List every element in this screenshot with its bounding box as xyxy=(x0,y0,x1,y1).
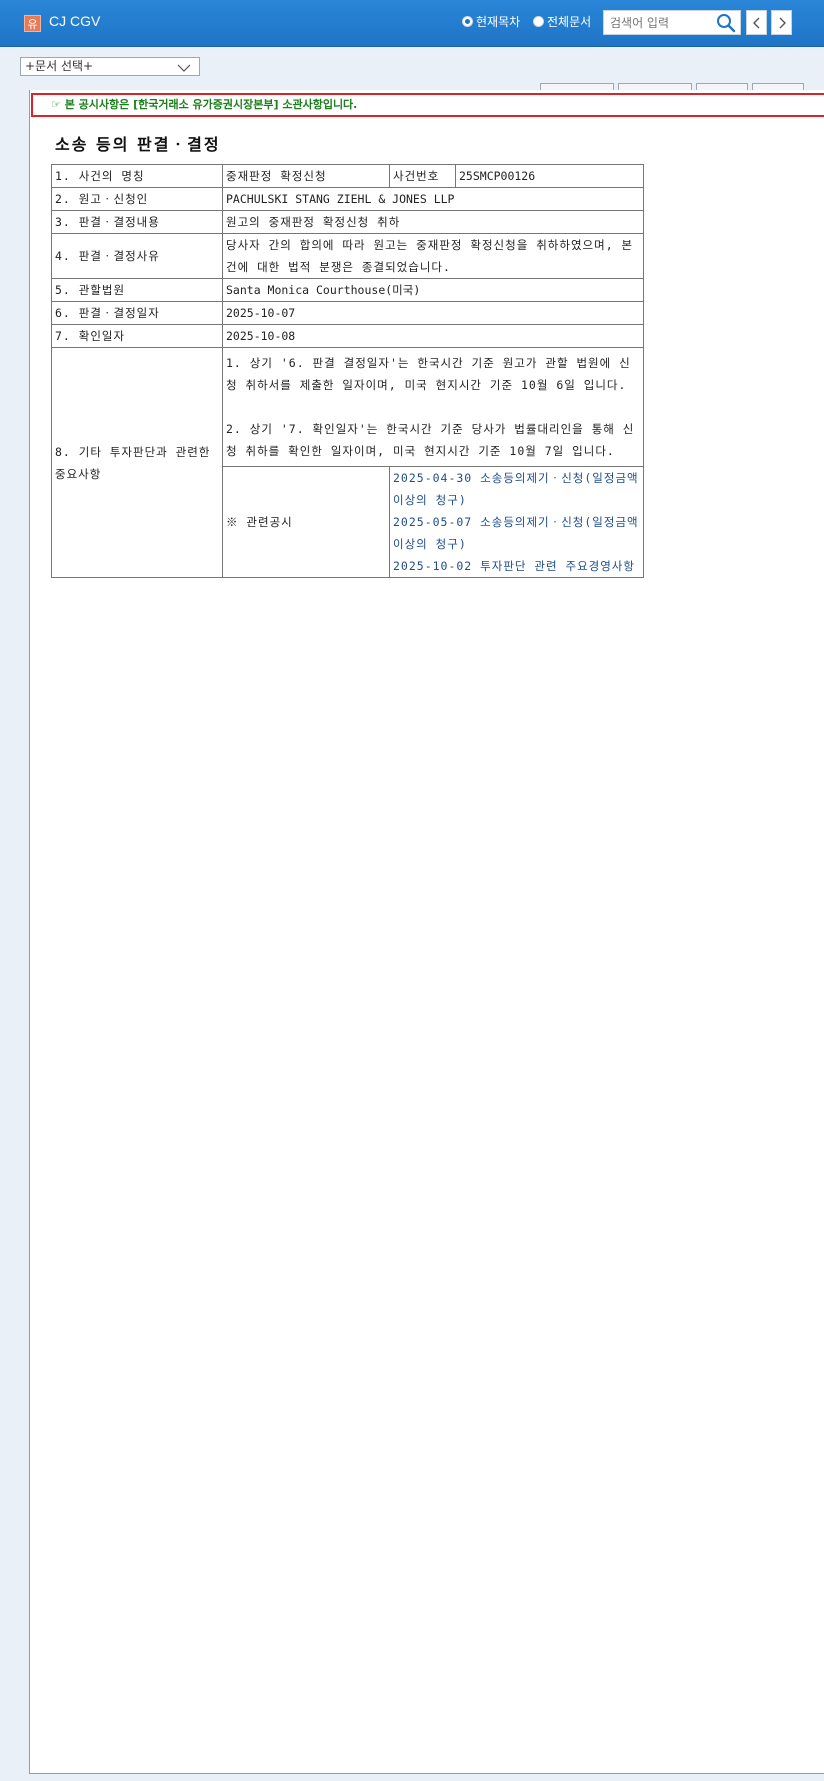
content-value: 원고의 중재판정 확정신청 취하 xyxy=(222,210,644,234)
confirm-date-value: 2025-10-08 xyxy=(222,324,644,348)
table-row: 1. 사건의 명칭 중재판정 확정신청 사건번호 25SMCP00126 xyxy=(51,164,644,188)
document-select[interactable]: +문서 선택+ xyxy=(20,57,200,76)
case-name-label: 1. 사건의 명칭 xyxy=(51,164,223,188)
top-header: 유 CJ CGV 현재목차 전체문서 xyxy=(0,0,824,47)
case-no-value: 25SMCP00126 xyxy=(455,164,644,188)
court-value: Santa Monica Courthouse(미국) xyxy=(222,278,644,302)
table-row: 5. 관할법원 Santa Monica Courthouse(미국) xyxy=(51,278,644,302)
plaintiff-value: PACHULSKI STANG ZIEHL & JONES LLP xyxy=(222,187,644,211)
related-disclosures-label: ※ 관련공시 xyxy=(222,466,390,578)
other-matters-label: 8. 기타 투자판단과 관련한 중요사항 xyxy=(51,347,223,578)
document-select-value[interactable]: +문서 선택+ xyxy=(25,59,93,73)
content-label: 3. 판결ㆍ결정내용 xyxy=(51,210,223,234)
prev-result-button[interactable] xyxy=(746,10,767,35)
table-row: 2. 원고ㆍ신청인 PACHULSKI STANG ZIEHL & JONES … xyxy=(51,187,644,211)
case-no-label: 사건번호 xyxy=(389,164,456,188)
disclosure-table: 1. 사건의 명칭 중재판정 확정신청 사건번호 25SMCP00126 2. … xyxy=(51,164,644,578)
app-title: CJ CGV xyxy=(49,13,101,29)
reason-label: 4. 판결ㆍ결정사유 xyxy=(51,233,223,279)
table-row: 8. 기타 투자판단과 관련한 중요사항 1. 상기 '6. 판결 결정일자'는… xyxy=(51,347,644,578)
table-row: 3. 판결ㆍ결정내용 원고의 중재판정 확정신청 취하 xyxy=(51,210,644,234)
radio-current-label[interactable]: 현재목차 xyxy=(476,13,520,30)
search-box[interactable] xyxy=(603,10,741,35)
chevron-left-icon xyxy=(752,17,759,28)
table-row: 6. 판결ㆍ결정일자 2025-10-07 xyxy=(51,301,644,325)
other-note-2: 2. 상기 '7. 확인일자'는 한국시간 기준 당사가 법률대리인을 통해 신… xyxy=(226,422,635,458)
search-input[interactable] xyxy=(610,12,714,33)
chevron-right-icon xyxy=(779,17,786,28)
related-disclosure-link[interactable]: 2025-04-30 소송등의제기ㆍ신청(일정금액 이상의 청구) xyxy=(393,467,640,511)
radio-button-icon[interactable] xyxy=(533,16,544,27)
search-icon[interactable] xyxy=(716,13,736,33)
related-disclosure-link[interactable]: 2025-05-07 소송등의제기ㆍ신청(일정금액 이상의 청구) xyxy=(393,511,640,555)
case-name-value: 중재판정 확정신청 xyxy=(222,164,390,188)
plaintiff-label: 2. 원고ㆍ신청인 xyxy=(51,187,223,211)
radio-current-section[interactable]: 현재목차 xyxy=(462,13,520,30)
other-note-1: 1. 상기 '6. 판결 결정일자'는 한국시간 기준 원고가 관할 법원에 신… xyxy=(226,356,631,392)
page-title: 소송 등의 판결ㆍ결정 xyxy=(55,135,221,154)
table-row: 7. 확인일자 2025-10-08 xyxy=(51,324,644,348)
decision-date-value: 2025-10-07 xyxy=(222,301,644,325)
related-disclosure-link[interactable]: 2025-10-02 투자판단 관련 주요경영사항 xyxy=(393,555,640,577)
radio-all-label[interactable]: 전체문서 xyxy=(547,13,591,30)
confirm-date-label: 7. 확인일자 xyxy=(51,324,223,348)
table-row: 4. 판결ㆍ결정사유 당사자 간의 합의에 따라 원고는 중재판정 확정신청을 … xyxy=(51,233,644,279)
decision-date-label: 6. 판결ㆍ결정일자 xyxy=(51,301,223,325)
related-disclosures-list: 2025-04-30 소송등의제기ㆍ신청(일정금액 이상의 청구) 2025-0… xyxy=(389,466,644,578)
radio-button-icon[interactable] xyxy=(462,16,473,27)
notice-banner: ☞ 본 공시사항은 [한국거래소 유가증권시장본부] 소관사항입니다. xyxy=(31,93,824,117)
other-matters-notes: 1. 상기 '6. 판결 결정일자'는 한국시간 기준 원고가 관할 법원에 신… xyxy=(222,347,644,467)
radio-all-documents[interactable]: 전체문서 xyxy=(533,13,591,30)
reason-value: 당사자 간의 합의에 따라 원고는 중재판정 확정신청을 취하하였으며, 본 건… xyxy=(222,233,644,279)
court-label: 5. 관할법원 xyxy=(51,278,223,302)
next-result-button[interactable] xyxy=(771,10,792,35)
chevron-down-icon[interactable] xyxy=(177,61,191,78)
app-logo-icon: 유 xyxy=(24,15,41,32)
